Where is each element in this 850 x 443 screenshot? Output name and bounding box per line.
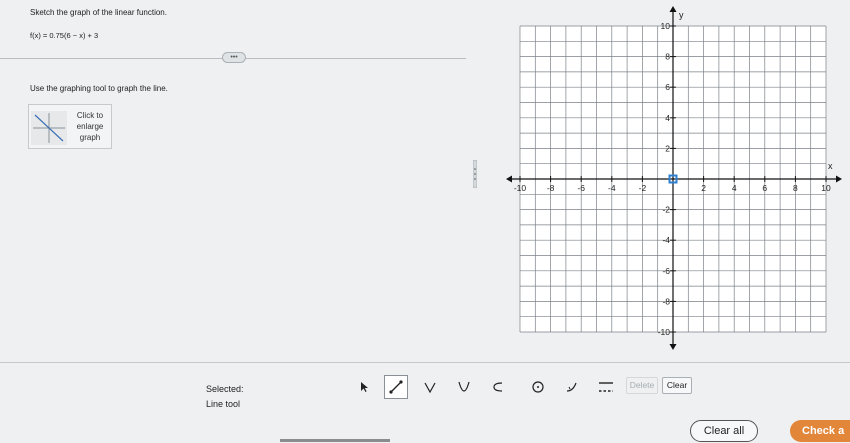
line-icon[interactable] <box>384 375 408 399</box>
enlarge-graph-label: Click to enlarge graph <box>76 111 104 142</box>
arc-icon[interactable] <box>486 375 510 399</box>
y-tick-label: 4 <box>665 113 670 123</box>
y-tick-label: -4 <box>662 235 670 245</box>
x-tick-label: 8 <box>793 183 798 193</box>
clear-button[interactable]: Clear <box>662 377 692 394</box>
panel-resize-handle[interactable] <box>473 160 477 188</box>
dashed-solid-icon[interactable] <box>594 375 618 399</box>
circle-icon[interactable] <box>526 375 550 399</box>
y-axis-arrow-up <box>669 6 677 12</box>
y-tick-label: -10 <box>658 327 671 337</box>
toolbar-divider <box>0 362 850 363</box>
x-tick-label: -6 <box>577 183 585 193</box>
x-tick-label: -4 <box>608 183 616 193</box>
y-tick-label: -8 <box>662 296 670 306</box>
pointer-icon[interactable] <box>352 375 376 399</box>
selected-label: Selected: <box>206 384 244 394</box>
enlarge-graph-button[interactable]: Click to enlarge graph <box>28 104 112 149</box>
instruction-text: Use the graphing tool to graph the line. <box>30 84 168 93</box>
expand-more-button[interactable]: ••• <box>222 52 246 63</box>
check-answer-button[interactable]: Check a <box>790 420 850 442</box>
y-tick-label: 10 <box>661 21 671 31</box>
coordinate-graph[interactable]: -10 -8 -6 -4 -2 2 4 6 8 10 10 8 6 4 2 -2 -4 -6 -8 -10 x y <box>506 6 850 351</box>
function-expression: f(x) = 0.75(6 − x) + 3 <box>30 31 99 40</box>
y-axis-arrow-down <box>669 344 677 350</box>
selected-tool-name: Line tool <box>206 399 241 409</box>
x-axis-arrow-left <box>506 175 512 183</box>
x-tick-label: 10 <box>821 183 831 193</box>
x-tick-label: 6 <box>762 183 767 193</box>
absolute-value-icon[interactable] <box>418 375 442 399</box>
x-tick-label: 4 <box>732 183 737 193</box>
y-tick-label: -2 <box>662 205 670 215</box>
graph-thumbnail-icon <box>31 111 67 145</box>
x-tick-label: -2 <box>639 183 647 193</box>
y-axis-label: y <box>679 10 684 20</box>
cut-off-footer-link <box>280 439 390 442</box>
x-tick-label: -8 <box>547 183 555 193</box>
x-axis-arrow-right <box>836 175 842 183</box>
x-tick-label: -10 <box>514 183 527 193</box>
y-tick-label: 8 <box>665 52 670 62</box>
x-tick-label: 2 <box>701 183 706 193</box>
y-tick-label: 6 <box>665 82 670 92</box>
parabola-icon[interactable] <box>452 375 476 399</box>
y-tick-label: 2 <box>665 143 670 153</box>
delete-button: Delete <box>626 377 658 394</box>
y-tick-label: -6 <box>662 266 670 276</box>
x-axis-label: x <box>828 161 833 171</box>
exponential-icon[interactable] <box>560 375 584 399</box>
question-prompt: Sketch the graph of the linear function. <box>30 8 167 17</box>
clear-all-button[interactable]: Clear all <box>690 420 758 442</box>
